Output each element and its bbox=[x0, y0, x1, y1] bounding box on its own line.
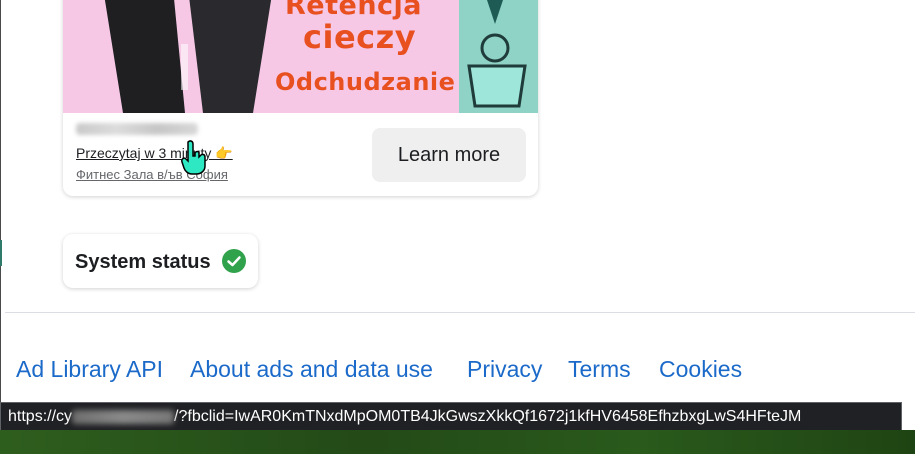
scale-icon bbox=[467, 0, 527, 108]
footer-link-privacy[interactable]: Privacy bbox=[467, 356, 542, 383]
check-circle-icon bbox=[222, 249, 246, 273]
learn-more-button[interactable]: Learn more bbox=[372, 128, 526, 182]
ad-image[interactable]: Retencja cieczy Odchudzanie bbox=[63, 0, 538, 113]
footer-divider bbox=[5, 312, 915, 313]
footer-link-ad-library-api[interactable]: Ad Library API bbox=[16, 356, 163, 383]
ad-image-side-panel bbox=[459, 0, 538, 113]
footer-link-terms[interactable]: Terms bbox=[568, 356, 631, 383]
url-prefix: https://cy bbox=[8, 408, 73, 425]
ad-domain-redacted bbox=[76, 123, 198, 135]
desktop-background-strip bbox=[0, 430, 915, 454]
hand-pointer-cursor-icon bbox=[181, 140, 206, 175]
ad-footer: Przeczytaj w 3 minuty 👉 Фитнес Зала в/ъв… bbox=[63, 113, 538, 196]
ad-image-legs bbox=[104, 0, 272, 113]
system-status-card[interactable]: System status bbox=[63, 234, 258, 288]
ad-headline-link[interactable]: Przeczytaj w 3 minuty 👉 bbox=[76, 145, 233, 162]
ad-image-text-3: Odchudzanie bbox=[275, 68, 456, 96]
ad-card[interactable]: Retencja cieczy Odchudzanie Przeczytaj w… bbox=[63, 0, 538, 196]
url-redacted bbox=[72, 409, 175, 424]
ad-image-text-2: cieczy bbox=[303, 18, 417, 56]
url-suffix: /?fbclid=IwAR0KmTNxdMpOM0TB4JkGwszXkkQf1… bbox=[174, 408, 802, 425]
link-preview-status-bar: https://cy /?fbclid=IwAR0KmTNxdMpOM0TB4Jk… bbox=[0, 402, 902, 431]
footer-link-cookies[interactable]: Cookies bbox=[659, 356, 742, 383]
system-status-label: System status bbox=[75, 251, 211, 273]
footer-link-about-ads[interactable]: About ads and data use bbox=[190, 356, 433, 383]
window-left-edge bbox=[0, 0, 5, 430]
